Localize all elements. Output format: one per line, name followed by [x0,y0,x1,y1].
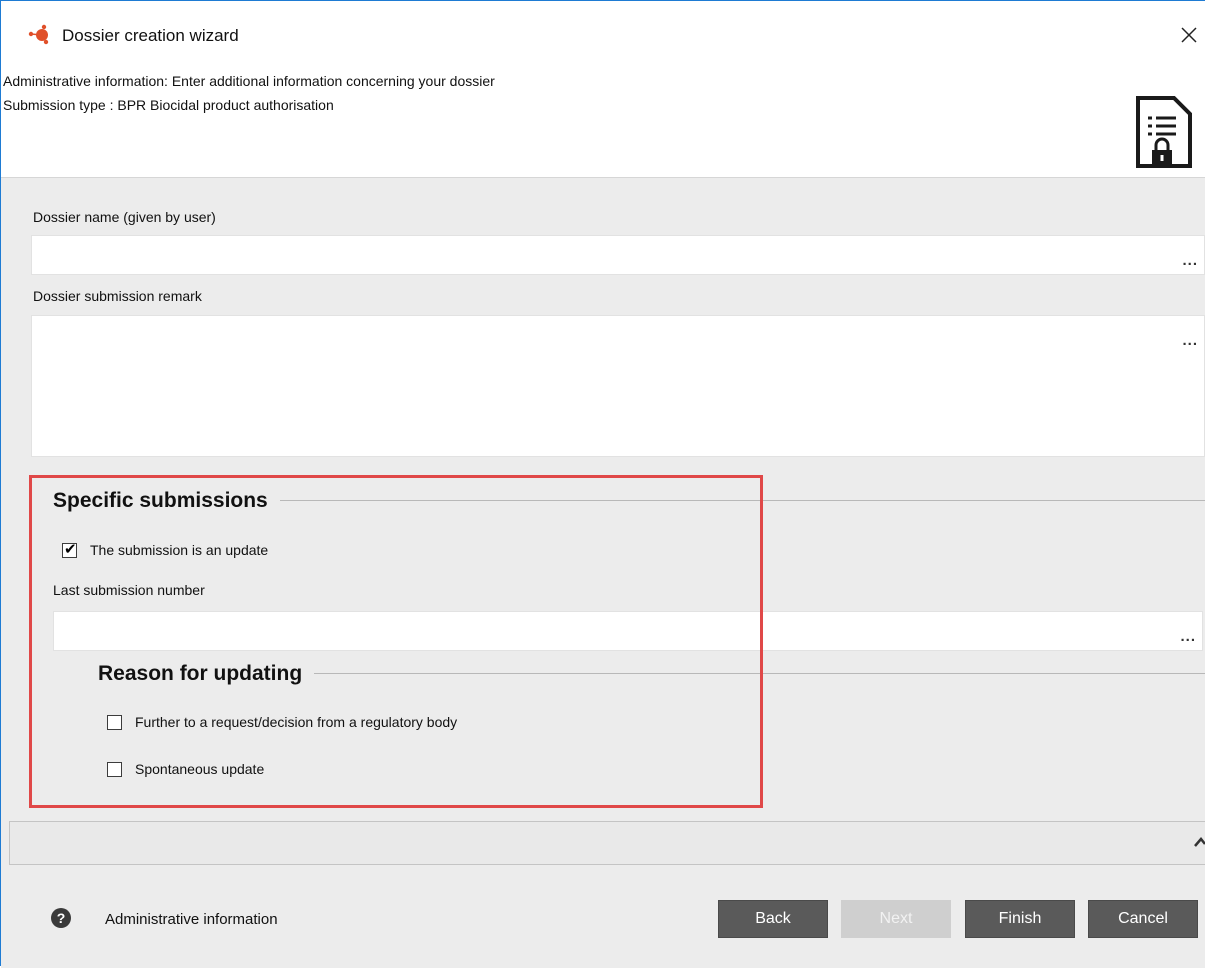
back-button[interactable]: Back [718,900,828,938]
dossier-name-ellipsis-button[interactable]: ... [1182,252,1198,269]
header-description: Administrative information: Enter additi… [3,73,495,89]
reason-spontaneous-label[interactable]: Spontaneous update [135,761,264,777]
submission-type: Submission type : BPR Biocidal product a… [3,97,334,113]
cancel-button[interactable]: Cancel [1088,900,1198,938]
is-update-label[interactable]: The submission is an update [90,542,268,558]
wizard-window: Dossier creation wizard Administrative i… [0,0,1205,968]
specific-submissions-title: Specific submissions [53,489,280,513]
close-button[interactable] [1171,17,1205,51]
reason-spontaneous-checkbox[interactable] [107,762,122,777]
submission-remark-ellipsis-button[interactable]: ... [1182,332,1198,349]
next-button[interactable]: Next [841,900,951,938]
submission-remark-label: Dossier submission remark [33,288,202,304]
last-submission-number-label: Last submission number [53,582,205,598]
submission-remark-textarea[interactable] [32,316,1174,456]
document-lock-icon [1136,96,1192,168]
dossier-name-field[interactable]: ... [31,235,1205,275]
submission-remark-field[interactable]: ... [31,315,1205,457]
reason-regulatory-checkbox[interactable] [107,715,122,730]
window-title: Dossier creation wizard [62,26,239,45]
dossier-name-input[interactable] [32,236,1174,274]
close-icon [1181,27,1197,43]
panel-splitter[interactable] [9,821,1205,865]
reason-for-updating-title: Reason for updating [98,662,315,686]
app-logo-icon [28,24,49,45]
is-update-checkbox[interactable]: ✔ [62,541,77,558]
finish-button[interactable]: Finish [965,900,1075,938]
last-submission-number-field[interactable]: ... [53,611,1203,651]
reason-regulatory-label[interactable]: Further to a request/decision from a reg… [135,714,457,730]
wizard-header: Administrative information: Enter additi… [1,67,1205,177]
step-label: Administrative information [105,911,278,928]
title-bar: Dossier creation wizard [1,1,1205,67]
collapse-arrow-icon[interactable] [1193,836,1205,848]
last-submission-number-ellipsis-button[interactable]: ... [1180,628,1196,645]
help-icon[interactable]: ? [51,908,71,928]
checkmark-icon: ✔ [64,541,77,558]
dossier-name-label: Dossier name (given by user) [33,209,216,225]
last-submission-number-input[interactable] [54,612,1172,650]
